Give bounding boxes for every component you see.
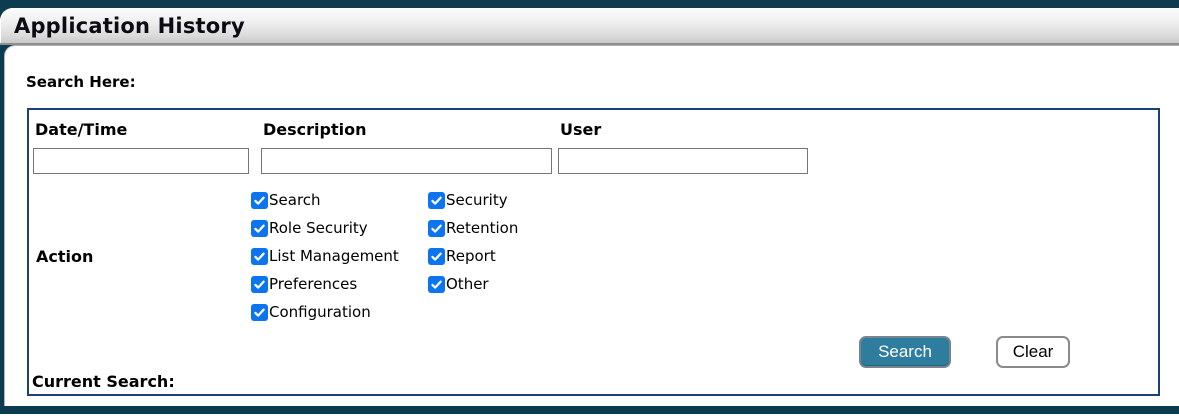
current-search-heading: Current Search:	[32, 372, 1158, 391]
checked-checkbox-icon[interactable]	[428, 276, 445, 293]
datetime-label: Date/Time	[33, 118, 261, 148]
checkbox-label: Retention	[446, 219, 518, 237]
search-button[interactable]: Search	[859, 336, 951, 368]
datetime-input[interactable]	[33, 148, 249, 174]
page-title: Application History	[14, 14, 245, 38]
action-checkbox-column-1: Search Role Security List Management Pre…	[251, 186, 428, 326]
action-checkbox-column-2: Security Retention Report Other	[428, 186, 518, 326]
checkbox-retention[interactable]: Retention	[428, 214, 518, 242]
checkbox-other[interactable]: Other	[428, 270, 518, 298]
description-input[interactable]	[261, 148, 552, 174]
checked-checkbox-icon[interactable]	[251, 304, 268, 321]
page-title-bar: Application History	[0, 8, 1179, 45]
checkbox-label: Preferences	[269, 275, 357, 293]
checkbox-label: Search	[269, 191, 321, 209]
user-field-group: User	[558, 118, 810, 174]
checkbox-list-management[interactable]: List Management	[251, 242, 428, 270]
window-chrome-top: Application History	[0, 0, 1179, 45]
checkbox-search[interactable]: Search	[251, 186, 428, 214]
description-label: Description	[261, 118, 558, 148]
checkbox-label: Configuration	[269, 303, 371, 321]
search-box: Date/Time Description User Action	[27, 108, 1160, 396]
checkbox-preferences[interactable]: Preferences	[251, 270, 428, 298]
clear-button[interactable]: Clear	[996, 336, 1070, 368]
checked-checkbox-icon[interactable]	[428, 248, 445, 265]
checkbox-report[interactable]: Report	[428, 242, 518, 270]
checked-checkbox-icon[interactable]	[251, 220, 268, 237]
checkbox-configuration[interactable]: Configuration	[251, 298, 428, 326]
checkbox-label: Report	[446, 247, 496, 265]
checkbox-label: Security	[446, 191, 508, 209]
user-input[interactable]	[558, 148, 808, 174]
checkbox-label: Role Security	[269, 219, 368, 237]
window-chrome-bottom	[0, 406, 1179, 414]
checked-checkbox-icon[interactable]	[428, 192, 445, 209]
content-panel: Search Here: Date/Time Description User …	[4, 45, 1179, 406]
content-area: Search Here: Date/Time Description User …	[0, 45, 1179, 406]
checkbox-label: Other	[446, 275, 489, 293]
datetime-field-group: Date/Time	[33, 118, 261, 174]
checked-checkbox-icon[interactable]	[251, 276, 268, 293]
checkbox-role-security[interactable]: Role Security	[251, 214, 428, 242]
user-label: User	[558, 118, 810, 148]
buttons-row: Search Clear	[31, 336, 1070, 368]
checkbox-label: List Management	[269, 247, 399, 265]
action-row: Action Search Role Security List Managem…	[31, 186, 1158, 326]
search-fields-row: Date/Time Description User	[31, 118, 1158, 174]
checked-checkbox-icon[interactable]	[251, 192, 268, 209]
search-here-heading: Search Here:	[26, 73, 1179, 91]
checked-checkbox-icon[interactable]	[251, 248, 268, 265]
checked-checkbox-icon[interactable]	[428, 220, 445, 237]
description-field-group: Description	[261, 118, 558, 174]
checkbox-security[interactable]: Security	[428, 186, 518, 214]
action-label: Action	[31, 247, 251, 266]
